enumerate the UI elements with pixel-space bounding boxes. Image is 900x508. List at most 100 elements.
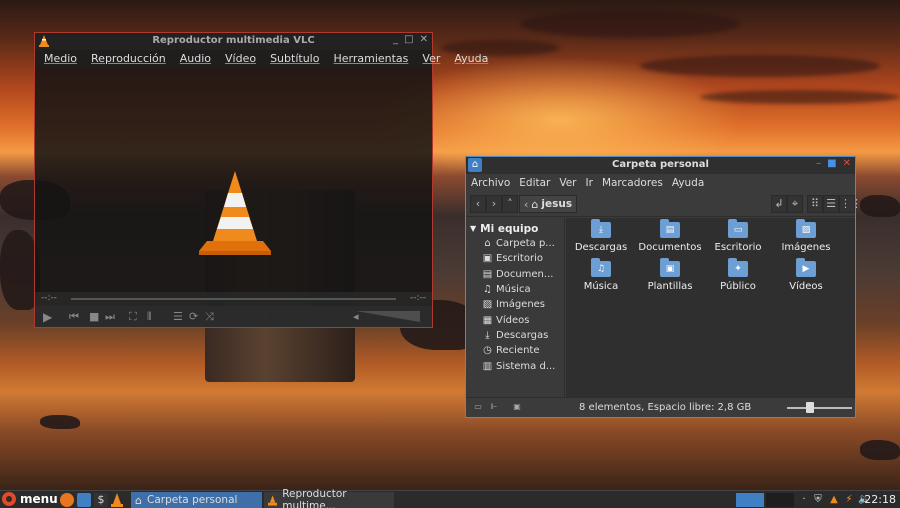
file-item-escritorio[interactable]: ▭ Escritorio bbox=[704, 219, 772, 253]
vlc-menu-video[interactable]: Vídeo bbox=[225, 52, 256, 65]
vlc-menu-ver[interactable]: Ver bbox=[422, 52, 440, 65]
download-icon: ⤓ bbox=[485, 329, 490, 341]
sidebar-item-carpeta-personal[interactable]: ⌂ Carpeta p... bbox=[466, 236, 564, 251]
vlc-menu-herramientas[interactable]: Herramientas bbox=[333, 52, 408, 65]
zoom-slider[interactable] bbox=[787, 407, 852, 409]
file-item-publico[interactable]: ✦ Público bbox=[704, 258, 772, 292]
show-places-icon[interactable]: ▭ bbox=[472, 401, 484, 413]
sidebar-item-documentos[interactable]: ▤ Documen... bbox=[466, 267, 564, 282]
vlc-video-area[interactable] bbox=[35, 67, 432, 292]
fm-window-title: Carpeta personal bbox=[612, 159, 709, 170]
vlc-seekbar[interactable]: --:-- --:-- bbox=[35, 292, 432, 306]
vlc-launcher-icon[interactable] bbox=[110, 493, 124, 507]
minimize-icon[interactable]: _ bbox=[393, 34, 398, 45]
close-icon[interactable]: ✕ bbox=[420, 34, 428, 45]
file-item-musica[interactable]: ♫ Música bbox=[567, 258, 635, 292]
next-icon[interactable]: ⏭ bbox=[105, 310, 115, 324]
sidebar-item-videos[interactable]: ▦ Vídeos bbox=[466, 312, 564, 327]
chevron-left-icon[interactable]: ‹ bbox=[524, 198, 528, 211]
file-item-documentos[interactable]: ▤ Documentos bbox=[636, 219, 704, 253]
search-button[interactable]: ⌖ bbox=[787, 195, 803, 213]
toggle-sidebar-icon[interactable]: ▣ bbox=[511, 401, 523, 413]
file-item-label: Plantillas bbox=[647, 281, 693, 292]
sidebar-item-musica[interactable]: ♫ Música bbox=[466, 282, 564, 297]
clock[interactable]: 22:18 bbox=[864, 493, 896, 506]
list-view-button[interactable]: ☰ bbox=[823, 195, 839, 213]
toggle-location-button[interactable]: ↲ bbox=[771, 195, 787, 213]
compact-view-button[interactable]: ⋮⋮ bbox=[839, 195, 862, 213]
vlc-tray-icon[interactable]: ▲ bbox=[828, 494, 840, 506]
playlist-icon[interactable]: ☰ bbox=[173, 310, 183, 323]
file-manager-window[interactable]: ⌂ Carpeta personal – ■ ✕ Archivo Editar … bbox=[465, 156, 862, 418]
sidebar-item-reciente[interactable]: ◷ Reciente bbox=[466, 343, 564, 358]
loop-icon[interactable]: ⟳ bbox=[189, 310, 198, 323]
shield-icon[interactable]: ⛨ bbox=[812, 494, 824, 506]
file-item-label: Documentos bbox=[638, 242, 702, 253]
forward-button[interactable]: › bbox=[486, 195, 502, 213]
start-menu-button[interactable]: menu bbox=[2, 492, 58, 506]
icon-view-button[interactable]: ⠿ bbox=[807, 195, 823, 213]
back-button[interactable]: ‹ bbox=[470, 195, 486, 213]
fm-menu-archivo[interactable]: Archivo bbox=[471, 177, 510, 189]
mint-logo-icon bbox=[2, 492, 16, 506]
files-launcher-icon[interactable] bbox=[77, 493, 91, 507]
vlc-menu-ayuda[interactable]: Ayuda bbox=[454, 52, 488, 65]
task-carpeta-personal[interactable]: ⌂ Carpeta personal bbox=[131, 492, 262, 508]
show-tree-icon[interactable]: ⊩ bbox=[488, 401, 500, 413]
fm-titlebar[interactable]: ⌂ Carpeta personal – ■ ✕ bbox=[466, 157, 855, 174]
videos-folder-icon: ▶ bbox=[796, 258, 816, 277]
vlc-controls: ▶ ⏮ ■ ⏭ ⛶ ⫴ ☰ ⟳ ⤨ ◂ bbox=[35, 306, 432, 327]
terminal-launcher-icon[interactable]: $ bbox=[94, 493, 108, 507]
vlc-menu-medio[interactable]: Medio bbox=[44, 52, 77, 65]
workspace-2[interactable] bbox=[766, 493, 794, 507]
fm-menu-marcadores[interactable]: Marcadores bbox=[602, 177, 663, 189]
file-item-imagenes[interactable]: ▨ Imágenes bbox=[772, 219, 840, 253]
task-vlc[interactable]: Reproductor multime... bbox=[264, 488, 394, 508]
fm-menu-ayuda[interactable]: Ayuda bbox=[672, 177, 704, 189]
file-item-label: Imágenes bbox=[781, 242, 831, 253]
firefox-launcher-icon[interactable] bbox=[60, 493, 74, 507]
workspace-1[interactable] bbox=[736, 493, 764, 507]
sidebar-section-mi-equipo[interactable]: ▼ Mi equipo bbox=[466, 218, 564, 236]
total-time: --:-- bbox=[409, 293, 426, 303]
breadcrumb[interactable]: ‹ ⌂ jesus bbox=[519, 195, 578, 213]
fm-menu-ver[interactable]: Ver bbox=[559, 177, 576, 189]
vlc-menu-subtitulo[interactable]: Subtítulo bbox=[270, 52, 319, 65]
zoom-slider-handle[interactable] bbox=[805, 402, 814, 413]
play-icon[interactable]: ▶ bbox=[43, 310, 52, 324]
fullscreen-icon[interactable]: ⛶ bbox=[129, 310, 137, 324]
maximize-icon[interactable]: □ bbox=[404, 34, 413, 45]
sidebar-item-escritorio[interactable]: ▣ Escritorio bbox=[466, 251, 564, 266]
volume-slider[interactable] bbox=[356, 311, 420, 322]
sidebar-item-imagenes[interactable]: ▨ Imágenes bbox=[466, 297, 564, 312]
sidebar-item-sistema[interactable]: ▥ Sistema d... bbox=[466, 358, 564, 373]
shuffle-icon[interactable]: ⤨ bbox=[205, 310, 214, 324]
cloud bbox=[640, 55, 880, 77]
breadcrumb-jesus[interactable]: jesus bbox=[541, 198, 572, 210]
vlc-titlebar[interactable]: Reproductor multimedia VLC _ □ ✕ bbox=[35, 33, 432, 50]
close-icon[interactable]: ✕ bbox=[843, 158, 851, 169]
extended-settings-icon[interactable]: ⫴ bbox=[147, 310, 152, 324]
maximize-icon[interactable]: ■ bbox=[827, 158, 836, 169]
chevron-down-icon[interactable]: ▼ bbox=[470, 224, 476, 233]
fm-menu-ir[interactable]: Ir bbox=[586, 177, 593, 189]
previous-icon[interactable]: ⏮ bbox=[69, 310, 79, 324]
file-item-label: Público bbox=[720, 281, 756, 292]
vlc-window[interactable]: Reproductor multimedia VLC _ □ ✕ Medio R… bbox=[34, 32, 488, 328]
file-item-videos[interactable]: ▶ Vídeos bbox=[772, 258, 840, 292]
vlc-menu-audio[interactable]: Audio bbox=[180, 52, 211, 65]
stop-icon[interactable]: ■ bbox=[89, 310, 99, 323]
minimize-icon[interactable]: – bbox=[816, 158, 821, 169]
sidebar-item-label: Descargas bbox=[496, 329, 549, 341]
battery-icon[interactable]: ⚡ bbox=[843, 494, 855, 506]
seek-slider[interactable] bbox=[71, 298, 396, 300]
vlc-menu-reproduccion[interactable]: Reproducción bbox=[91, 52, 166, 65]
fm-menu-editar[interactable]: Editar bbox=[519, 177, 550, 189]
fm-file-view[interactable]: ⤓ Descargas ▤ Documentos ▭ Escritorio ▨ … bbox=[566, 218, 855, 397]
up-button[interactable]: ˄ bbox=[502, 195, 518, 213]
home-icon: ⌂ bbox=[484, 238, 491, 250]
task-label: Carpeta personal bbox=[146, 494, 238, 506]
sidebar-item-descargas[interactable]: ⤓ Descargas bbox=[466, 328, 564, 343]
file-item-descargas[interactable]: ⤓ Descargas bbox=[567, 219, 635, 253]
file-item-plantillas[interactable]: ▣ Plantillas bbox=[636, 258, 704, 292]
